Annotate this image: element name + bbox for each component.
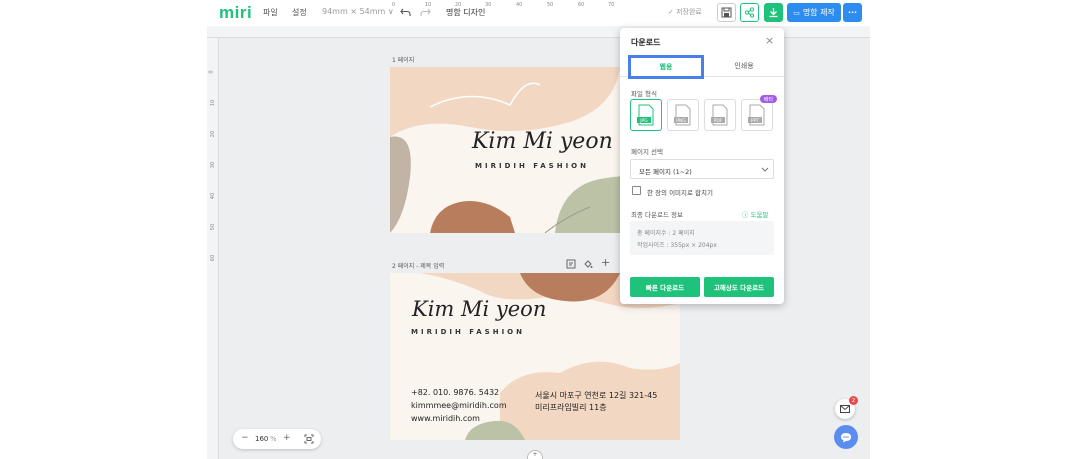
ruler-tick: 10 (210, 99, 217, 107)
download-icon (769, 8, 778, 18)
card-name[interactable]: Kim Mi yeon (472, 129, 613, 154)
share-button[interactable] (740, 3, 759, 22)
hq-download-button[interactable]: 고해상도 다운로드 (704, 277, 774, 297)
ruler-tick: 70 (608, 2, 615, 8)
ruler-tick: 20 (455, 2, 462, 8)
notification-badge: 2 (849, 396, 858, 405)
format-jpg[interactable]: JPG (630, 99, 662, 131)
undo-icon[interactable] (400, 8, 411, 17)
page-select-label: 페이지 선택 (631, 148, 663, 156)
share-icon (744, 7, 755, 18)
ruler-tick: 40 (516, 2, 523, 8)
card-address-line-1[interactable]: 서울시 마포구 연천로 12길 321-45 (535, 390, 657, 401)
app-logo[interactable]: miri (219, 3, 252, 23)
info-total-pages: 총 페이지수 : 2 페이지 (637, 230, 695, 237)
add-page-icon[interactable]: + (601, 256, 610, 269)
zoom-unit: % (270, 435, 277, 443)
chevron-down-icon (761, 167, 769, 172)
final-info-label: 최종 다운로드 정보 (631, 211, 683, 219)
ruler-tick: 30 (485, 2, 492, 8)
ruler-tick: 0 (208, 70, 215, 74)
ppt-file-icon: PPT (748, 104, 765, 126)
print-order-button[interactable]: ▭ 명함 제작 (787, 3, 841, 22)
card-icon: ▭ (793, 8, 800, 17)
svg-text:PDF: PDF (714, 118, 723, 124)
save-button[interactable] (717, 3, 736, 22)
zoom-value[interactable]: 160 (255, 435, 268, 443)
more-button[interactable]: ··· (843, 3, 862, 22)
top-bar: miri 파일 설정 94mm × 54mm ∨ 명함 디자인 ✓ 저장완료 ▭… (0, 0, 1075, 26)
help-link[interactable]: ⓘ 도움말 (742, 209, 769, 219)
tab-print[interactable]: 인쇄용 (706, 55, 782, 77)
ruler-tick: 30 (210, 161, 217, 169)
save-icon (721, 7, 732, 18)
final-info-box: 총 페이지수 : 2 페이지 작업사이즈 : 355px × 204px (630, 221, 774, 255)
close-icon[interactable]: × (765, 34, 774, 47)
print-order-label: 명함 제작 (802, 8, 835, 17)
info-work-size: 작업사이즈 : 355px × 204px (637, 242, 717, 249)
menu-file[interactable]: 파일 (263, 7, 278, 18)
redo-icon[interactable] (420, 8, 431, 17)
tab-web[interactable]: 웹용 (628, 55, 704, 79)
page-2-label[interactable]: 2 페이지 - 제목 입력 (392, 261, 444, 270)
ruler-tick: 60 (210, 254, 217, 262)
format-png[interactable]: PNG (667, 99, 699, 131)
format-ppt[interactable]: PPT (741, 99, 773, 131)
svg-text:PPT: PPT (751, 118, 759, 124)
zoom-control: − 160 % + (233, 429, 321, 449)
fit-screen-icon[interactable] (304, 434, 314, 444)
card-email[interactable]: kimmmee@miridih.com (411, 401, 507, 410)
document-title[interactable]: 명함 디자인 (446, 7, 485, 18)
jpg-file-icon: JPG (637, 104, 654, 126)
menu-settings[interactable]: 설정 (292, 7, 307, 18)
ruler-tick: 20 (210, 130, 217, 138)
merge-checkbox[interactable] (632, 186, 641, 195)
format-pdf[interactable]: PDF (704, 99, 736, 131)
ruler-tick: 60 (578, 2, 585, 8)
beta-badge: 베타 (760, 95, 777, 103)
ruler-tick: 50 (547, 2, 554, 8)
pdf-file-icon: PDF (711, 104, 728, 126)
add-page-button[interactable]: + (527, 450, 543, 459)
page-select-dropdown[interactable]: 모든 페이지 (1~2) (630, 159, 774, 179)
size-selector[interactable]: 94mm × 54mm ∨ (322, 7, 394, 16)
page-1-label: 1 페이지 (392, 57, 415, 64)
card-brand[interactable]: MIRIDIH FASHION (475, 162, 589, 170)
download-button[interactable] (764, 3, 783, 22)
ruler-tick: 40 (210, 192, 217, 200)
download-panel: 다운로드 × 웹용 인쇄용 파일 형식 JPG PNG PDF PPT 베타 페… (620, 28, 784, 304)
memo-icon[interactable] (566, 259, 576, 269)
mail-icon (840, 405, 850, 413)
svg-text:PNG: PNG (676, 118, 686, 124)
card-brand[interactable]: MIRIDIH FASHION (411, 328, 525, 336)
paint-bucket-icon[interactable] (583, 259, 593, 269)
card-website[interactable]: www.miridih.com (411, 414, 480, 423)
ruler-tick: 50 (210, 223, 217, 231)
quick-download-button[interactable]: 빠른 다운로드 (630, 277, 700, 297)
card-address-line-2[interactable]: 미리프라임빌리 11층 (535, 402, 607, 413)
save-status: ✓ 저장완료 (668, 8, 702, 16)
card-name[interactable]: Kim Mi yeon (412, 297, 546, 321)
panel-title: 다운로드 (631, 38, 661, 47)
merge-label: 한 장의 이미지로 합치기 (647, 189, 713, 197)
card-phone[interactable]: +82. 010. 9876. 5432 (411, 388, 499, 397)
zoom-in-button[interactable]: + (283, 433, 291, 443)
ruler-tick: 10 (425, 2, 432, 8)
png-file-icon: PNG (674, 104, 691, 126)
svg-text:JPG: JPG (639, 118, 648, 124)
chat-button[interactable] (834, 425, 858, 449)
ruler-tick: 0 (392, 2, 396, 8)
zoom-out-button[interactable]: − (241, 433, 249, 443)
file-format-label: 파일 형식 (631, 90, 657, 98)
page-select-value: 모든 페이지 (1~2) (639, 168, 692, 176)
chat-icon (841, 432, 851, 442)
